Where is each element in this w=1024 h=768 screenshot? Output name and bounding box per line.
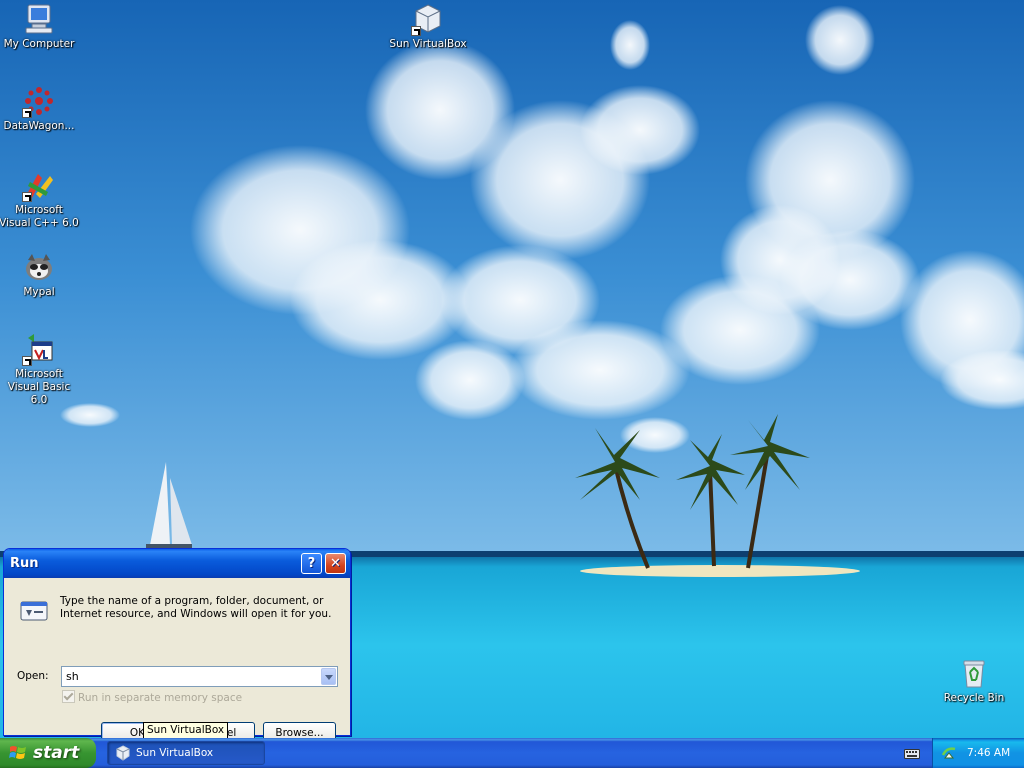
desktop-icon-label: Microsoft Visual C++ 6.0: [0, 204, 79, 229]
close-button[interactable]: ✕: [325, 553, 346, 574]
shortcut-arrow-icon: [22, 108, 32, 118]
visual-basic-icon: [22, 332, 56, 366]
windows-logo-icon: [9, 746, 26, 759]
desktop-icon-label: DataWagon...: [3, 120, 75, 132]
network-icon[interactable]: [941, 745, 957, 761]
shortcut-arrow-icon: [22, 356, 32, 366]
virtualbox-icon: [116, 745, 130, 761]
computer-icon: [22, 2, 56, 36]
desktop-icon-label: Sun VirtualBox: [389, 38, 467, 50]
tooltip: Sun VirtualBox: [143, 722, 229, 738]
separate-memory-label: Run in separate memory space: [78, 692, 243, 704]
run-dialog[interactable]: Run ? ✕ Type the name of a program, fold…: [3, 548, 351, 738]
shortcut-arrow-icon: [411, 26, 421, 36]
system-tray: 7:46 AM: [932, 738, 1024, 768]
virtualbox-icon: [411, 2, 445, 36]
desktop[interactable]: My Computer DataWagon... Microsoft Visua…: [0, 0, 1024, 738]
open-dropdown-button[interactable]: [321, 668, 336, 685]
browse-button[interactable]: Browse...: [263, 722, 336, 738]
desktop-icon-mypal[interactable]: Mypal: [0, 250, 79, 299]
desktop-icon-recycle-bin[interactable]: Recycle Bin: [934, 656, 1014, 705]
datawagon-icon: [22, 84, 56, 118]
recycle-bin-icon: [957, 656, 991, 690]
open-label: Open:: [17, 670, 49, 682]
desktop-icon-datawagon[interactable]: DataWagon...: [0, 84, 79, 133]
desktop-icon-label: Mypal: [23, 286, 55, 298]
desktop-icon-my-computer[interactable]: My Computer: [0, 2, 79, 51]
start-label: start: [33, 743, 80, 763]
run-dialog-title: Run: [10, 556, 39, 571]
open-input[interactable]: sh: [61, 666, 338, 687]
run-description: Type the name of a program, folder, docu…: [60, 595, 332, 620]
visual-cpp-icon: [22, 168, 56, 202]
open-input-value: sh: [66, 670, 79, 683]
desktop-icon-sun-virtualbox[interactable]: Sun VirtualBox: [388, 2, 468, 51]
desktop-icon-visual-basic[interactable]: Microsoft Visual Basic 6.0: [0, 332, 79, 407]
start-button[interactable]: start: [0, 738, 96, 768]
run-dialog-body: Type the name of a program, folder, docu…: [4, 578, 350, 738]
shortcut-arrow-icon: [22, 192, 32, 202]
run-icon: [20, 601, 48, 621]
desktop-icon-visual-cpp[interactable]: Microsoft Visual C++ 6.0: [0, 168, 79, 230]
desktop-icon-label: My Computer: [3, 38, 75, 50]
separate-memory-checkbox[interactable]: Run in separate memory space: [62, 690, 242, 704]
clock[interactable]: 7:46 AM: [967, 738, 1010, 768]
checkbox-check-icon: [62, 690, 75, 703]
run-dialog-titlebar[interactable]: Run ? ✕: [4, 549, 350, 578]
help-button[interactable]: ?: [301, 553, 322, 574]
desktop-icon-label: Recycle Bin: [943, 692, 1005, 704]
taskbar-button-sun-virtualbox[interactable]: Sun VirtualBox: [107, 741, 265, 765]
keyboard-icon[interactable]: [904, 746, 920, 760]
taskbar-button-label: Sun VirtualBox: [136, 747, 214, 759]
desktop-icon-label: Microsoft Visual Basic 6.0: [7, 368, 71, 406]
taskbar: start Sun VirtualBox 7:46 AM: [0, 738, 1024, 768]
mypal-icon: [22, 250, 56, 284]
